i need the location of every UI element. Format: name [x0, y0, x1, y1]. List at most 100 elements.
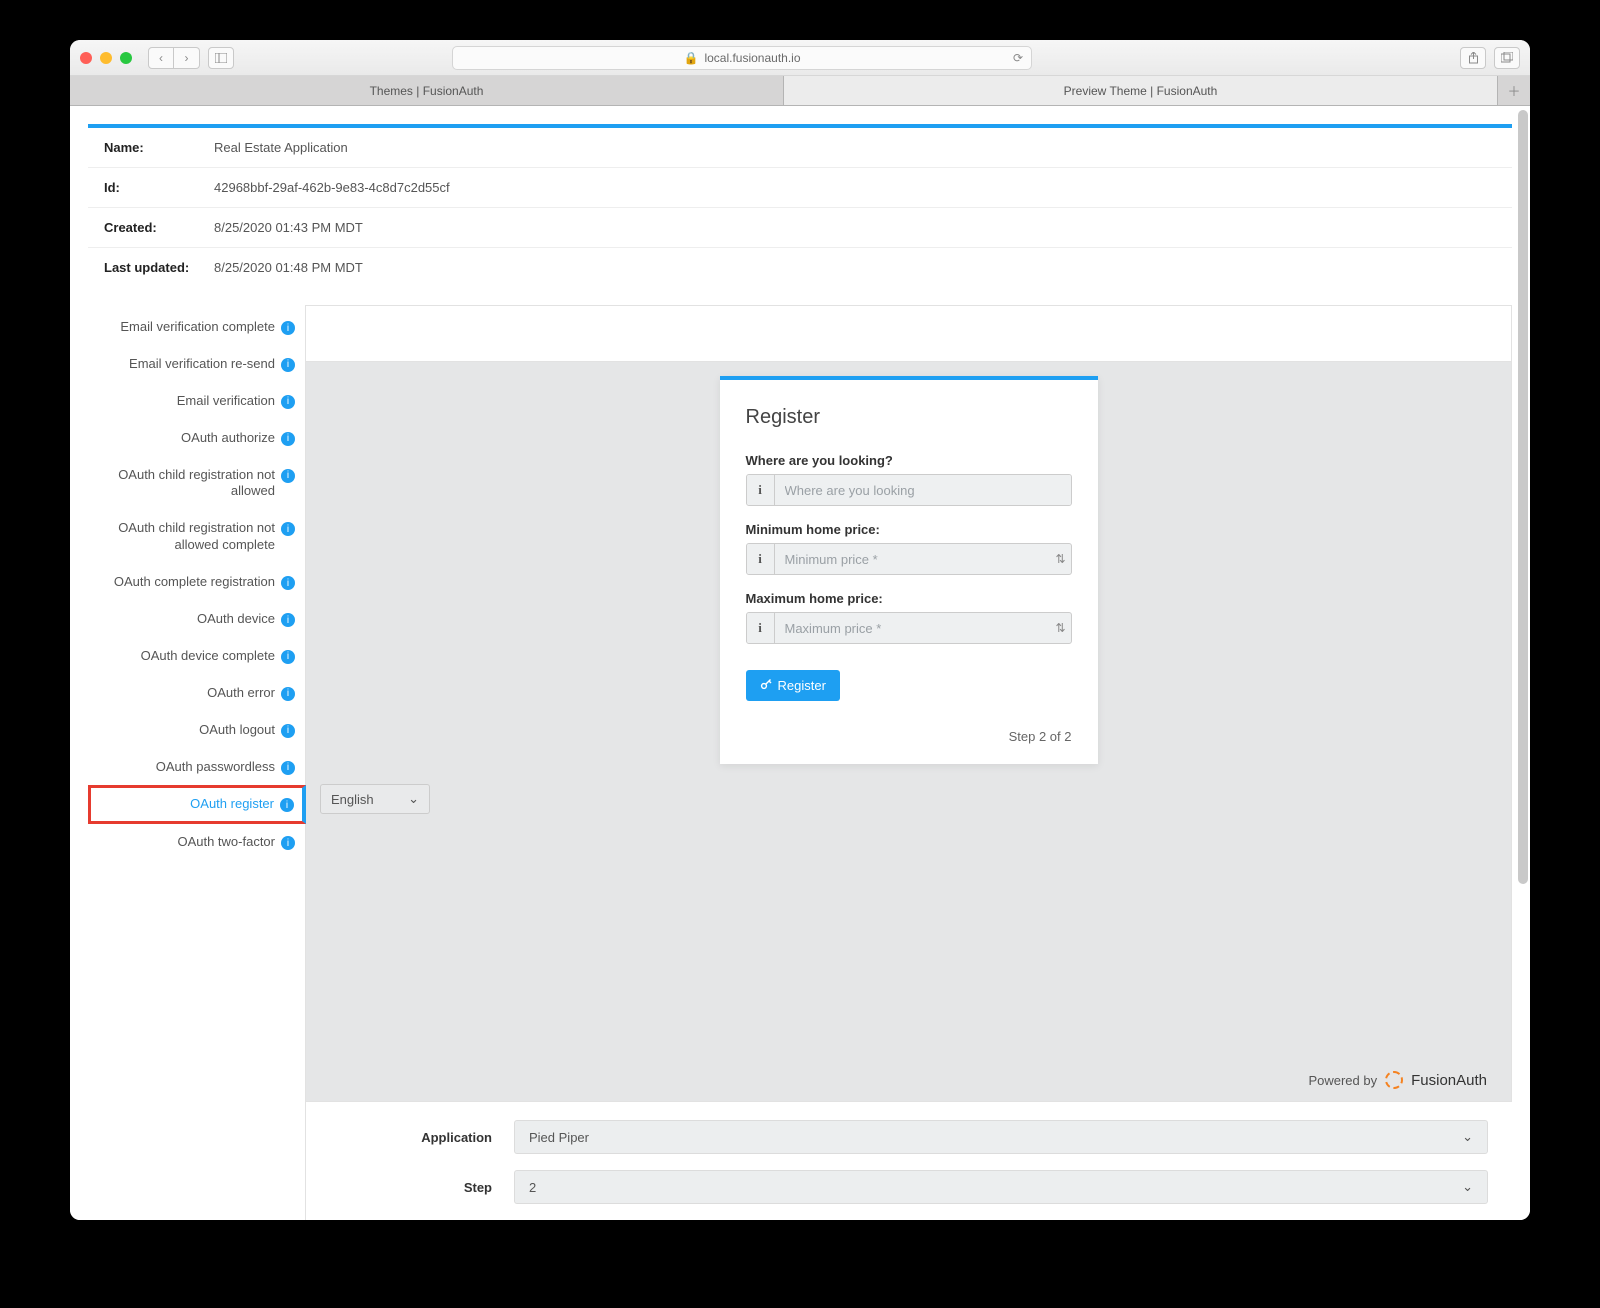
browser-tab-1[interactable]: Preview Theme | FusionAuth	[784, 76, 1498, 105]
info-icon: i	[281, 469, 295, 483]
number-stepper-icon[interactable]: ⇅	[1051, 544, 1071, 574]
sidebar-toggle-button[interactable]	[208, 47, 234, 69]
info-icon: i	[281, 522, 295, 536]
scrollbar-thumb[interactable]	[1518, 110, 1528, 884]
forward-button[interactable]: ›	[174, 47, 200, 69]
step-label: Step	[396, 1180, 492, 1195]
key-icon	[760, 678, 772, 693]
share-button[interactable]	[1460, 47, 1486, 69]
window-controls	[80, 52, 132, 64]
tabs-overview-button[interactable]	[1494, 47, 1520, 69]
preview-column: Register Where are you looking? i Minimu…	[306, 305, 1512, 1220]
info-icon: i	[747, 613, 775, 643]
application-select-row: Application Pied Piper ⌄	[396, 1120, 1488, 1154]
main-split: Email verification completeiEmail verifi…	[88, 305, 1512, 1220]
zoom-window-icon[interactable]	[120, 52, 132, 64]
preview-pane: Register Where are you looking? i Minimu…	[306, 305, 1512, 1102]
number-stepper-icon[interactable]: ⇅	[1051, 613, 1071, 643]
sidebar-item-oauth-complete-registration[interactable]: OAuth complete registrationi	[88, 564, 305, 601]
sidebar-item-label: OAuth child registration not allowed	[94, 467, 275, 501]
sidebar-item-label: OAuth child registration not allowed com…	[94, 520, 275, 554]
lock-icon: 🔒	[683, 51, 698, 65]
sidebar-item-label: OAuth authorize	[94, 430, 275, 447]
meta-created-label: Created:	[104, 220, 214, 235]
sidebar-item-email-verification-complete[interactable]: Email verification completei	[88, 309, 305, 346]
info-icon: i	[281, 613, 295, 627]
meta-updated-label: Last updated:	[104, 260, 214, 275]
powered-by: Powered by FusionAuth	[1308, 1071, 1487, 1089]
browser-tab-0-label: Themes | FusionAuth	[370, 84, 484, 98]
maxprice-input[interactable]	[775, 613, 1051, 643]
minimize-window-icon[interactable]	[100, 52, 112, 64]
application-value: Pied Piper	[529, 1130, 589, 1145]
sidebar-item-label: OAuth complete registration	[94, 574, 275, 591]
step-indicator: Step 2 of 2	[746, 729, 1072, 744]
meta-id-label: Id:	[104, 180, 214, 195]
step-select-row: Step 2 ⌄	[396, 1170, 1488, 1204]
info-icon: i	[747, 475, 775, 505]
back-button[interactable]: ‹	[148, 47, 174, 69]
sidebar-item-label: Email verification	[94, 393, 275, 410]
chevron-down-icon: ⌄	[1462, 1179, 1473, 1195]
sidebar-item-oauth-logout[interactable]: OAuth logout i	[88, 712, 305, 749]
vertical-scrollbar[interactable]	[1518, 110, 1528, 1216]
application-label: Application	[396, 1130, 492, 1145]
minprice-label: Minimum home price:	[746, 522, 1072, 537]
step-value: 2	[529, 1180, 536, 1195]
meta-name-value: Real Estate Application	[214, 140, 348, 155]
tab-strip: Themes | FusionAuth Preview Theme | Fusi…	[70, 76, 1530, 106]
maxprice-input-wrap: i ⇅	[746, 612, 1072, 644]
new-tab-button[interactable]: ＋	[1498, 76, 1530, 105]
info-icon: i	[281, 687, 295, 701]
info-icon: i	[281, 358, 295, 372]
sidebar-item-label: OAuth passwordless	[94, 759, 275, 776]
sidebar-item-oauth-child-registration-not-allowed-complete[interactable]: OAuth child registration not allowed com…	[88, 510, 305, 564]
sidebar-item-oauth-authorize[interactable]: OAuth authorizei	[88, 420, 305, 457]
sidebar-item-oauth-register[interactable]: OAuth registeri	[88, 785, 306, 824]
register-card: Register Where are you looking? i Minimu…	[720, 376, 1098, 764]
sidebar-item-email-verification-re-send[interactable]: Email verification re-send i	[88, 346, 305, 383]
meta-updated-value: 8/25/2020 01:48 PM MDT	[214, 260, 363, 275]
sidebar-item-label: OAuth two-factor	[94, 834, 275, 851]
sidebar-item-oauth-device-complete[interactable]: OAuth device complete i	[88, 638, 305, 675]
address-bar[interactable]: 🔒 local.fusionauth.io ⟳	[452, 46, 1032, 70]
titlebar: ‹ › 🔒 local.fusionauth.io ⟳	[70, 40, 1530, 76]
sidebar-item-label: OAuth error	[94, 685, 275, 702]
sidebar-item-email-verification[interactable]: Email verificationi	[88, 383, 305, 420]
sidebar-item-oauth-error[interactable]: OAuth error i	[88, 675, 305, 712]
browser-tab-0[interactable]: Themes | FusionAuth	[70, 76, 784, 105]
sidebar-item-label: OAuth logout	[94, 722, 275, 739]
sidebar-item-label: Email verification re-send	[94, 356, 275, 373]
sidebar-item-oauth-child-registration-not-allowed[interactable]: OAuth child registration not allowed i	[88, 457, 305, 511]
info-icon: i	[281, 836, 295, 850]
sidebar-item-oauth-passwordless[interactable]: OAuth passwordless i	[88, 749, 305, 786]
where-input-wrap: i	[746, 474, 1072, 506]
minprice-input[interactable]	[775, 544, 1051, 574]
info-icon: i	[747, 544, 775, 574]
close-window-icon[interactable]	[80, 52, 92, 64]
where-label: Where are you looking?	[746, 453, 1072, 468]
template-sidebar: Email verification completeiEmail verifi…	[88, 305, 306, 1220]
language-select[interactable]: English ⌄	[320, 784, 430, 814]
meta-row-created: Created: 8/25/2020 01:43 PM MDT	[88, 208, 1512, 248]
info-icon: i	[281, 724, 295, 738]
meta-id-value: 42968bbf-29af-462b-9e83-4c8d7c2d55cf	[214, 180, 450, 195]
sidebar-item-label: OAuth device	[94, 611, 275, 628]
preview-top-blank	[306, 306, 1511, 362]
url-text: local.fusionauth.io	[704, 51, 800, 65]
sidebar-item-oauth-two-factor[interactable]: OAuth two-factor i	[88, 824, 305, 861]
info-icon: i	[281, 761, 295, 775]
chevron-down-icon: ⌄	[408, 791, 419, 807]
info-icon: i	[281, 650, 295, 664]
sidebar-item-oauth-device[interactable]: OAuth device i	[88, 601, 305, 638]
sidebar-item-label: OAuth device complete	[94, 648, 275, 665]
browser-tab-1-label: Preview Theme | FusionAuth	[1064, 84, 1218, 98]
where-input[interactable]	[775, 475, 1071, 505]
step-select[interactable]: 2 ⌄	[514, 1170, 1488, 1204]
register-button[interactable]: Register	[746, 670, 840, 701]
powered-label: Powered by	[1308, 1073, 1377, 1088]
sidebar-item-label: OAuth register	[99, 796, 274, 813]
application-select[interactable]: Pied Piper ⌄	[514, 1120, 1488, 1154]
meta-name-label: Name:	[104, 140, 214, 155]
reload-icon[interactable]: ⟳	[1013, 51, 1023, 65]
